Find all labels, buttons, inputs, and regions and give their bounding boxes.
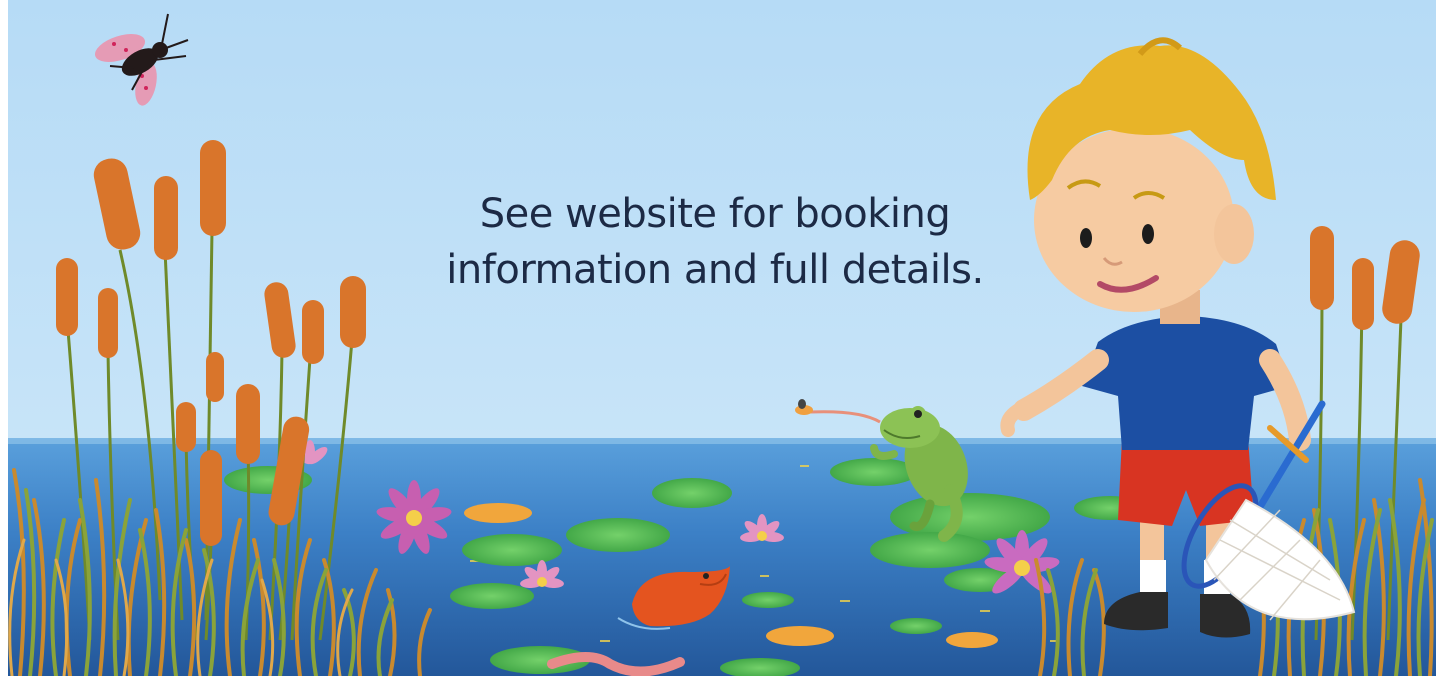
booking-info-line-2: information and full details.	[446, 247, 984, 293]
lily-pad-icon	[462, 534, 562, 566]
lily-pad-icon	[870, 532, 990, 568]
lily-pad-icon	[566, 518, 670, 552]
lily-pad-icon	[652, 478, 732, 508]
pond-scene: See website for booking information and …	[0, 0, 1444, 676]
pond-illustration	[0, 0, 1444, 676]
lily-pad-icon	[830, 458, 918, 486]
lily-pad-icon	[742, 592, 794, 608]
booking-info-message: See website for booking information and …	[370, 186, 1060, 298]
lily-pad-icon	[450, 583, 534, 609]
booking-info-line-1: See website for booking	[479, 191, 951, 237]
lily-pad-icon	[890, 618, 942, 634]
